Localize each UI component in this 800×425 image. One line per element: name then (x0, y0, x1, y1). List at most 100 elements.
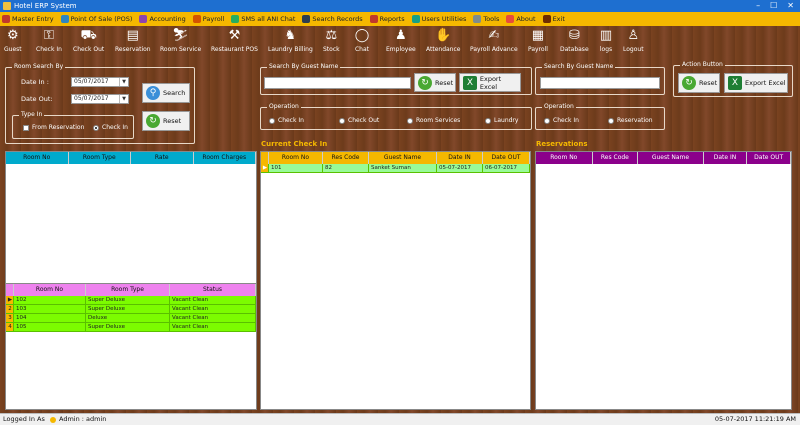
status-datetime: 05-07-2017 11:21:19 AM (714, 415, 796, 423)
col-ci-date-in[interactable]: Date IN (437, 152, 483, 164)
table-row[interactable]: 2 103 Super Deluxe Vacant Clean (6, 305, 256, 314)
reservations-header: Room No Res Code Guest Name Date IN Date… (536, 152, 791, 164)
room-service-icon: ⛷ (172, 28, 189, 43)
op-laundry-radio[interactable]: Laundry (485, 117, 518, 124)
table-row[interactable]: ▶ 102 Super Deluxe Vacant Clean (6, 296, 256, 305)
toolbar-logout-button[interactable]: ♙ Logout (623, 28, 644, 55)
date-out-picker[interactable]: 05/07/2017 ▼ (71, 94, 129, 104)
menu-item-2[interactable]: Accounting (139, 15, 186, 23)
col-res-date-in[interactable]: Date IN (704, 152, 748, 164)
table-row[interactable]: 3 104 Deluxe Vacant Clean (6, 314, 256, 323)
calendar-dropdown-icon[interactable]: ▼ (119, 78, 128, 86)
op-room-services-radio[interactable]: Room Services (407, 117, 460, 124)
col-res-res-code[interactable]: Res Code (593, 152, 639, 164)
toolbar-stock-button[interactable]: ⚖ Stock (323, 28, 340, 55)
menu-item-label: Point Of Sale (POS) (70, 15, 133, 23)
guest-name-input[interactable] (264, 77, 411, 89)
reservations-title: Reservations (536, 140, 588, 148)
col-status-room-no[interactable]: Room No (14, 284, 86, 296)
toolbar-check-out-button[interactable]: ⛟ Check Out (73, 28, 104, 55)
col-res-date-out[interactable]: Date OUT (747, 152, 791, 164)
res-check-in-radio[interactable]: Check In (544, 117, 579, 124)
check-in-radio[interactable]: Check In (93, 124, 128, 131)
reset-button[interactable]: ↻ Reset (142, 111, 190, 131)
menu-item-5[interactable]: Search Records (302, 15, 363, 23)
toolbar-chat-button[interactable]: ◯ Chat (354, 28, 370, 55)
restaurant-icon: ⚒ (228, 28, 241, 43)
col-ci-date-out[interactable]: Date OUT (483, 152, 530, 164)
menu-item-7[interactable]: Users Utilities (411, 15, 466, 23)
col-res-room-no[interactable]: Room No (536, 152, 593, 164)
toolbar-check-in-button[interactable]: ⚿ Check In (36, 28, 62, 55)
attendance-icon: ✋ (435, 28, 452, 43)
menu-item-6[interactable]: Reports (369, 15, 405, 23)
reservation-search-label: Search By Guest Name (542, 63, 616, 70)
action-export-button[interactable]: X Export Excel (724, 73, 788, 93)
table-row[interactable]: 4 105 Super Deluxe Vacant Clean (6, 323, 256, 332)
menu-icon (473, 15, 482, 23)
excel-icon: X (728, 76, 742, 90)
from-reservation-checkbox[interactable]: From Reservation (23, 124, 84, 131)
logs-icon: ▥ (599, 28, 613, 43)
col-status-room-type[interactable]: Room Type (86, 284, 170, 296)
toolbar-employee-button[interactable]: ♟ Employee (386, 28, 416, 55)
toolbar-guest-button[interactable]: ⚙ Guest (4, 28, 22, 55)
col-ci-res-code[interactable]: Res Code (323, 152, 369, 164)
toolbar: ⚙ Guest ⚿ Check In ⛟ Check Out ▤ Reservation ⛷ Ro… (0, 26, 800, 58)
maximize-button[interactable]: ☐ (770, 0, 777, 12)
toolbar-room-service-button[interactable]: ⛷ Room Service (160, 28, 201, 55)
menu-item-8[interactable]: Tools (473, 15, 499, 23)
col-status[interactable]: Status (170, 284, 256, 296)
toolbar-payroll-advance-button[interactable]: ✍ Payroll Advance (470, 28, 518, 55)
current-checkin-table[interactable]: Room No Res Code Guest Name Date IN Date… (260, 151, 531, 410)
toolbar-reservation-button[interactable]: ▤ Reservation (115, 28, 151, 55)
col-room-type[interactable]: Room Type (69, 152, 131, 164)
table-cell: Super Deluxe (86, 296, 170, 305)
minimize-button[interactable]: – (756, 0, 760, 12)
col-room-no[interactable]: Room No (6, 152, 69, 164)
table-cell: Vacant Clean (170, 323, 256, 332)
search-icon: ⚲ (146, 86, 160, 100)
menu-item-0[interactable]: Master Entry (2, 15, 54, 23)
refresh-icon: ↻ (146, 114, 160, 128)
menu-icon (506, 15, 515, 23)
guest-reset-button[interactable]: ↻ Reset (414, 73, 456, 92)
col-room-charges[interactable]: Room Charges (194, 152, 256, 164)
calendar-dropdown-icon[interactable]: ▼ (119, 95, 128, 103)
guest-export-button[interactable]: X Export Excel (459, 73, 521, 92)
search-button[interactable]: ⚲ Search (142, 83, 190, 103)
check-in-radio-label: Check In (102, 124, 128, 131)
menu-item-4[interactable]: SMS all ANI Chat (231, 15, 295, 23)
menu-item-1[interactable]: Point Of Sale (POS) (60, 15, 133, 23)
toolbar-restaurant-button[interactable]: ⚒ Restaurant POS (211, 28, 258, 55)
menu-item-9[interactable]: About (506, 15, 536, 23)
menu-item-3[interactable]: Payroll (192, 15, 224, 23)
action-reset-button[interactable]: ↻ Reset (678, 73, 720, 93)
close-button[interactable]: ✕ (787, 0, 794, 12)
menu-item-label: Reports (379, 15, 405, 23)
reservations-table[interactable]: Room No Res Code Guest Name Date IN Date… (535, 151, 792, 410)
op-check-in-radio[interactable]: Check In (269, 117, 304, 124)
col-ci-guest-name[interactable]: Guest Name (369, 152, 437, 164)
reservation-guest-input[interactable] (540, 77, 660, 89)
toolbar-laundry-button[interactable]: ♞ Laundry Billing (268, 28, 313, 55)
toolbar-attendance-button[interactable]: ✋ Attendance (426, 28, 460, 55)
date-in-picker[interactable]: 05/07/2017 ▼ (71, 77, 129, 87)
col-rate[interactable]: Rate (131, 152, 194, 164)
table-row[interactable]: ▶ 101 82 Sanket Suman 05-07-2017 06-07-2017 (261, 164, 530, 173)
menu-icon (2, 15, 10, 23)
res-check-in-label: Check In (553, 117, 579, 124)
menu-item-10[interactable]: Exit (542, 15, 565, 23)
col-ci-room-no[interactable]: Room No (269, 152, 323, 164)
op-check-out-radio[interactable]: Check Out (339, 117, 379, 124)
toolbar-logs-button[interactable]: ▥ logs (598, 28, 614, 55)
res-reservation-radio[interactable]: Reservation (608, 117, 653, 124)
date-out-value: 05/07/2017 (74, 95, 109, 102)
toolbar-payroll-button[interactable]: ▦ Payroll (528, 28, 548, 55)
table-cell: 105 (14, 323, 86, 332)
current-checkin-header: Room No Res Code Guest Name Date IN Date… (261, 152, 530, 164)
table-cell: Vacant Clean (170, 314, 256, 323)
col-res-guest-name[interactable]: Guest Name (638, 152, 704, 164)
room-status-table[interactable]: Room No Room Type Status ▶ 102 Super Delux… (5, 283, 257, 410)
toolbar-database-button[interactable]: ⛁ Database (560, 28, 589, 55)
